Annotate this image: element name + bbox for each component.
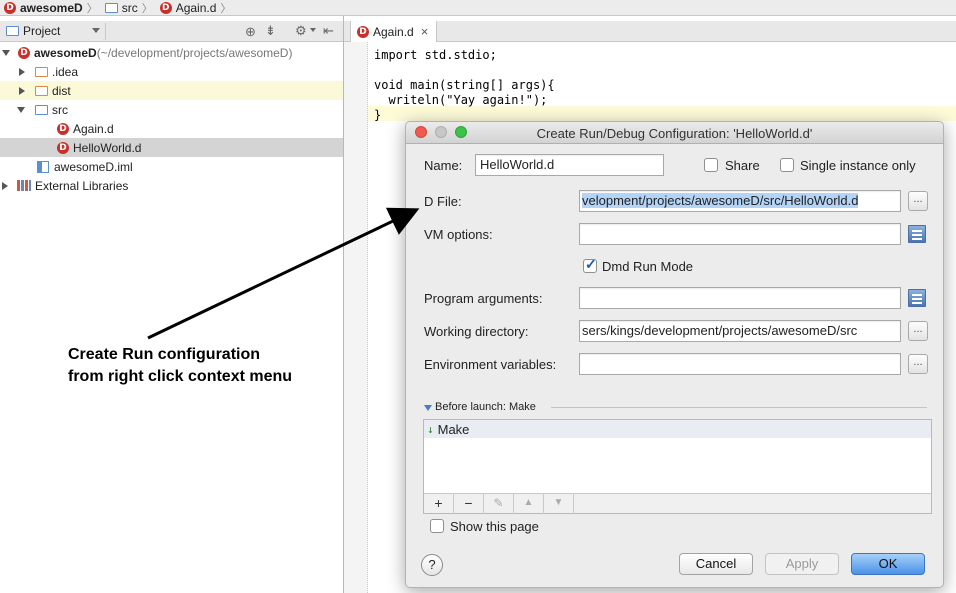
- arrow-line: [147, 207, 420, 340]
- annotation-arrow: [147, 207, 420, 340]
